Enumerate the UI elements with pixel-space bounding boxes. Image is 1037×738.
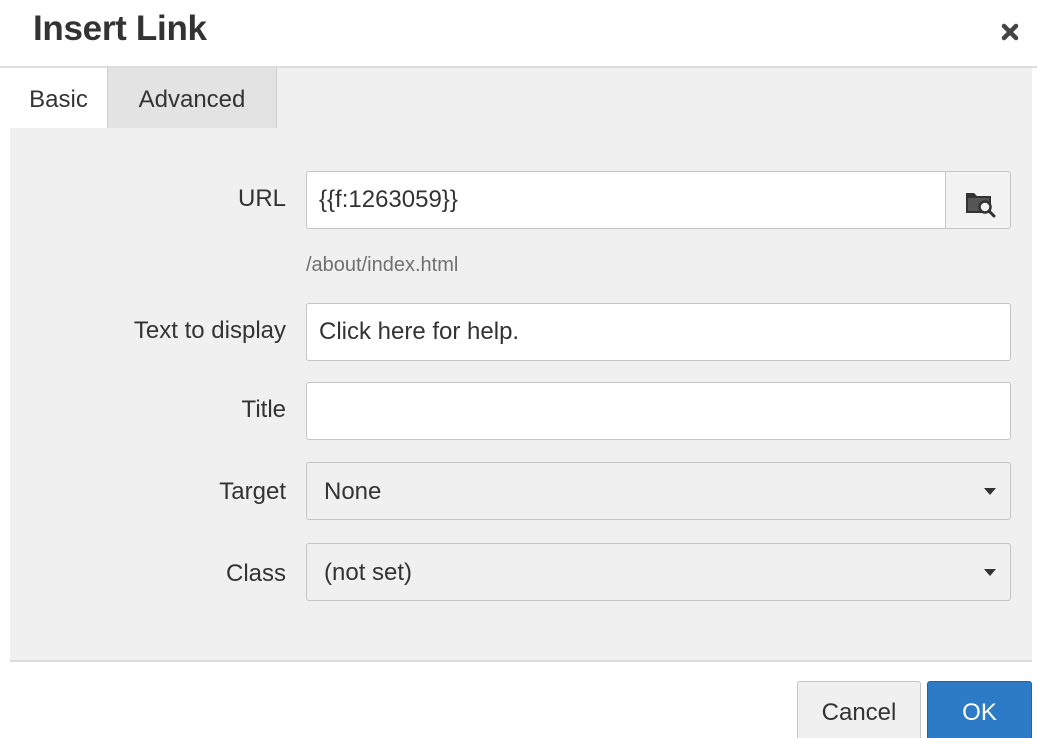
url-label: URL [237,185,286,212]
chevron-down-icon [984,488,996,495]
target-select[interactable]: None [306,462,1011,520]
url-resolved-path: /about/index.html [306,254,459,276]
tab-advanced[interactable]: Advanced [107,68,277,128]
cancel-button[interactable]: Cancel [797,681,921,738]
target-label: Target [219,478,286,505]
text-to-display-input[interactable] [306,303,1011,361]
close-icon [1001,23,1019,41]
class-select[interactable]: (not set) [306,543,1011,601]
title-label: Title [241,396,286,423]
tab-bar: Basic Advanced [10,68,1032,128]
close-button[interactable] [996,18,1024,46]
url-input[interactable] [306,171,946,229]
chevron-down-icon [984,569,996,576]
text-to-display-label: Text to display [133,317,286,344]
folder-search-icon [966,193,996,218]
ok-button[interactable]: OK [927,681,1032,738]
browse-button[interactable] [945,171,1011,229]
dialog-body: Basic Advanced URL /about/index.html Tex… [10,68,1032,662]
target-selected-value: None [324,478,382,505]
dialog-header: Insert Link [0,0,1037,68]
title-input[interactable] [306,382,1011,440]
class-label: Class [225,560,286,587]
tab-basic[interactable]: Basic [10,68,107,128]
insert-link-dialog: Insert Link Basic Advanced URL /about/in… [0,0,1037,738]
dialog-title: Insert Link [33,9,207,48]
class-selected-value: (not set) [324,559,413,586]
